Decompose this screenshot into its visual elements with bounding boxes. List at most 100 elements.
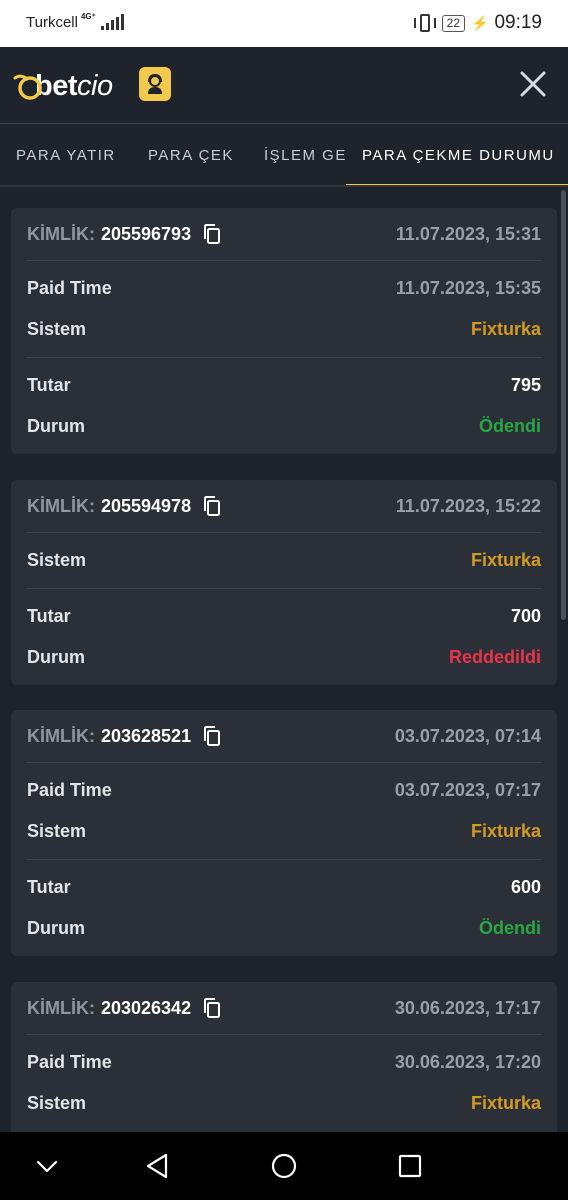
withdrawal-card: KİMLİK: 203026342 30.06.2023, 17:17 Paid… xyxy=(11,982,557,1132)
system-row: Sistem Fixturka xyxy=(27,1083,541,1124)
status-badge: Reddedildi xyxy=(448,647,541,667)
system-row: Sistem Fixturka xyxy=(27,309,541,350)
withdrawal-card: KİMLİK: 205594978 11.07.2023, 15:22 Sist… xyxy=(11,480,557,685)
status-row: Durum Ödendi xyxy=(27,406,541,447)
clock: 09:19 xyxy=(494,12,542,33)
system-label: Sistem xyxy=(27,550,87,570)
id-label: KİMLİK: xyxy=(27,725,95,746)
copy-icon[interactable] xyxy=(201,997,223,1019)
id-label: KİMLİK: xyxy=(27,223,95,244)
amount-value: 600 xyxy=(510,877,541,897)
logo-text: betcio xyxy=(35,70,113,103)
system-value: Fixturka xyxy=(470,821,541,841)
network-type: 4G⁺ xyxy=(80,12,96,21)
amount-label: Tutar xyxy=(27,877,71,897)
scrollbar[interactable] xyxy=(561,190,566,620)
status-row: Durum Reddedildi xyxy=(27,637,541,678)
support-agent-icon xyxy=(148,73,162,94)
card-amount-group: Tutar 795 Durum Ödendi xyxy=(27,358,541,454)
card-meta-group: Paid Time 11.07.2023, 15:35 Sistem Fixtu… xyxy=(27,261,541,358)
card-header: KİMLİK: 205596793 11.07.2023, 15:31 xyxy=(27,208,541,261)
system-value: Fixturka xyxy=(470,319,541,339)
id-value: 203026342 xyxy=(100,997,192,1018)
paid-time-label: Paid Time xyxy=(27,780,112,800)
tab-para-cekme-durumu[interactable]: PARA ÇEKME DURUMU xyxy=(362,124,555,185)
carrier-name: Turkcell xyxy=(26,14,78,31)
system-nav-bar xyxy=(0,1132,568,1200)
paid-time-label: Paid Time xyxy=(27,1052,112,1072)
withdrawal-card: KİMLİK: 205596793 11.07.2023, 15:31 Paid… xyxy=(11,208,557,454)
id-label: KİMLİK: xyxy=(27,997,95,1018)
app-header: betcio xyxy=(0,47,568,124)
created-date: 11.07.2023, 15:22 xyxy=(395,495,541,516)
system-row: Sistem Fixturka xyxy=(27,540,541,581)
card-header: KİMLİK: 203026342 30.06.2023, 17:17 xyxy=(27,982,541,1035)
chevron-down-icon[interactable] xyxy=(27,1146,67,1186)
copy-icon[interactable] xyxy=(201,495,223,517)
status-right: 22 ⚡ 09:19 xyxy=(413,12,542,34)
created-date: 03.07.2023, 07:14 xyxy=(394,725,541,746)
active-tab-indicator xyxy=(346,184,568,185)
tab-para-yatir[interactable]: PARA YATIR xyxy=(16,124,116,185)
paid-time-row: Paid Time 11.07.2023, 15:35 xyxy=(27,268,541,309)
amount-label: Tutar xyxy=(27,606,71,626)
paid-time-label: Paid Time xyxy=(27,278,112,298)
back-icon[interactable] xyxy=(137,1146,177,1186)
home-icon[interactable] xyxy=(264,1146,304,1186)
charging-icon: ⚡ xyxy=(471,14,489,31)
system-label: Sistem xyxy=(27,319,87,339)
tab-para-cek[interactable]: PARA ÇEK xyxy=(148,124,234,185)
close-button[interactable] xyxy=(516,67,550,101)
paid-time-value: 03.07.2023, 07:17 xyxy=(394,780,541,800)
transaction-id: KİMLİK: 203628521 xyxy=(27,725,223,747)
copy-icon[interactable] xyxy=(201,725,223,747)
close-icon xyxy=(520,71,546,97)
amount-row: Tutar 700 xyxy=(27,596,541,637)
card-amount-group: Tutar 600 Durum Ödendi xyxy=(27,860,541,956)
paid-time-row: Paid Time 03.07.2023, 07:17 xyxy=(27,770,541,811)
transaction-id: KİMLİK: 205596793 xyxy=(27,223,223,245)
transaction-id: KİMLİK: 203026342 xyxy=(27,997,223,1019)
transaction-id: KİMLİK: 205594978 xyxy=(27,495,223,517)
status-row: Durum Ödendi xyxy=(27,908,541,949)
status-badge: Ödendi xyxy=(479,416,541,436)
id-value: 205596793 xyxy=(100,223,192,244)
paid-time-row: Paid Time 30.06.2023, 17:20 xyxy=(27,1042,541,1083)
system-value: Fixturka xyxy=(470,1093,541,1113)
id-label: KİMLİK: xyxy=(27,495,95,516)
card-header: KİMLİK: 203628521 03.07.2023, 07:14 xyxy=(27,710,541,763)
id-value: 203628521 xyxy=(100,725,192,746)
vibrate-icon xyxy=(413,13,436,33)
card-meta-group: Sistem Fixturka xyxy=(27,533,541,589)
amount-label: Tutar xyxy=(27,375,71,395)
signal-icon xyxy=(100,14,124,30)
logo-text-italic: cio xyxy=(77,69,113,102)
card-amount-group: Tutar 700 Durum Reddedildi xyxy=(27,589,541,685)
withdrawal-status-list: KİMLİK: 205596793 11.07.2023, 15:31 Paid… xyxy=(0,190,568,1132)
recents-icon[interactable] xyxy=(390,1146,430,1186)
logo-mark-icon xyxy=(13,74,42,100)
card-meta-group: Paid Time 03.07.2023, 07:17 Sistem Fixtu… xyxy=(27,763,541,860)
amount-row: Tutar 600 xyxy=(27,867,541,908)
support-button[interactable] xyxy=(139,67,171,101)
battery-icon: 22 xyxy=(441,14,466,32)
card-header: KİMLİK: 205594978 11.07.2023, 15:22 xyxy=(27,480,541,533)
status-bar: Turkcell 4G⁺ 22 ⚡ 09:19 xyxy=(0,0,568,47)
created-date: 11.07.2023, 15:31 xyxy=(395,223,541,244)
tab-bar: PARA YATIR PARA ÇEK İŞLEM GE PARA ÇEKME … xyxy=(0,124,568,187)
tab-islem-gecmisi[interactable]: İŞLEM GE xyxy=(264,124,347,185)
betcio-logo[interactable]: betcio xyxy=(13,69,113,103)
system-label: Sistem xyxy=(27,821,87,841)
amount-value: 700 xyxy=(510,606,541,626)
system-value: Fixturka xyxy=(470,550,541,570)
paid-time-value: 30.06.2023, 17:20 xyxy=(394,1052,541,1072)
status-left: Turkcell 4G⁺ xyxy=(26,12,124,31)
status-label: Durum xyxy=(27,416,85,436)
created-date: 30.06.2023, 17:17 xyxy=(394,997,541,1018)
status-label: Durum xyxy=(27,918,85,938)
amount-value: 795 xyxy=(510,375,541,395)
system-label: Sistem xyxy=(27,1093,87,1113)
copy-icon[interactable] xyxy=(201,223,223,245)
amount-row: Tutar 795 xyxy=(27,365,541,406)
paid-time-value: 11.07.2023, 15:35 xyxy=(395,278,541,298)
